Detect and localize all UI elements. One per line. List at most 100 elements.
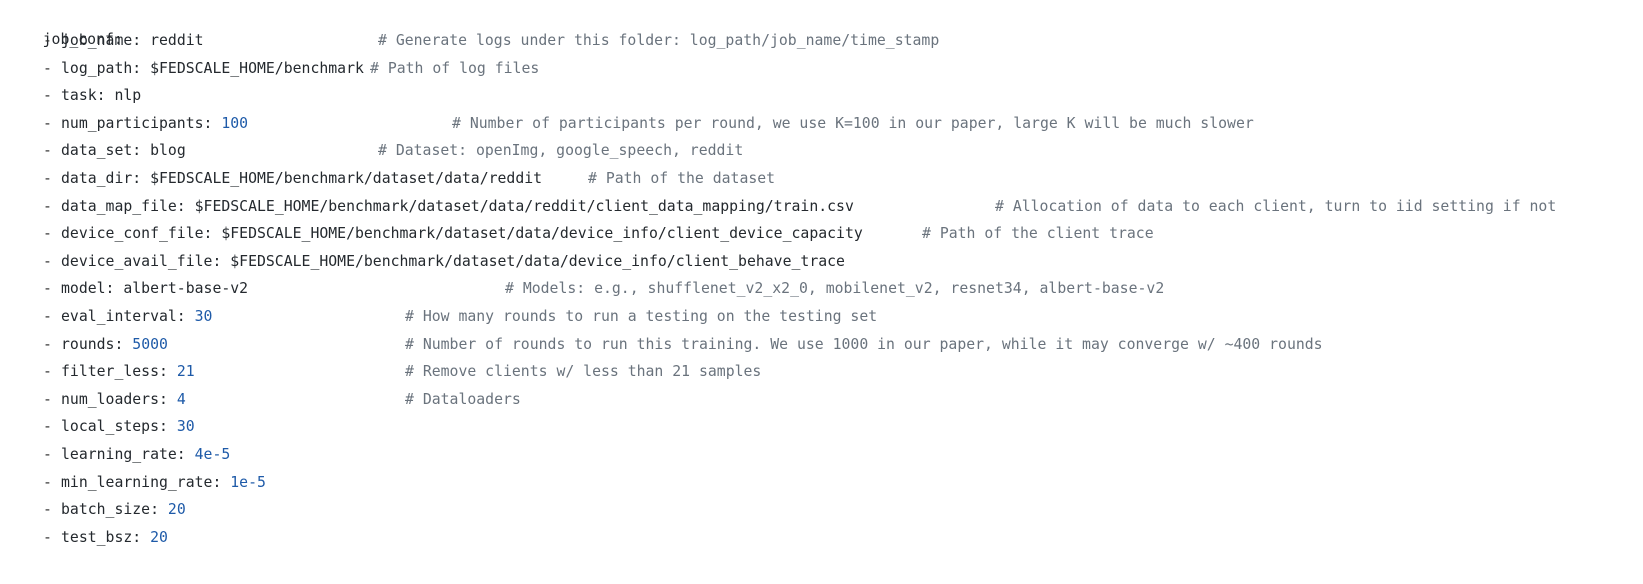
config-comment: # Number of rounds to run this training.… <box>405 335 1323 353</box>
config-line: - device_conf_file: $FEDSCALE_HOME/bench… <box>0 221 1643 247</box>
key-value-pair: num_participants: 100 <box>61 111 248 137</box>
config-line: - task: nlp <box>0 83 1643 109</box>
key-value-pair: device_conf_file: $FEDSCALE_HOME/benchma… <box>61 221 863 247</box>
list-dash: - <box>43 528 61 546</box>
config-comment: # Dataloaders <box>405 390 521 408</box>
config-key: device_avail_file: <box>61 252 231 270</box>
list-dash: - <box>43 308 61 325</box>
list-dash: - <box>43 390 61 408</box>
list-dash: - <box>43 32 61 49</box>
config-key: rounds: <box>61 335 133 353</box>
list-dash: - <box>43 225 61 243</box>
config-line: - test_bsz: 20 <box>0 525 1643 551</box>
list-dash: - <box>43 363 61 381</box>
config-value: 20 <box>150 528 168 546</box>
key-value-pair: learning_rate: 4e-5 <box>61 442 230 468</box>
list-dash: - <box>43 446 61 463</box>
key-value-pair: eval_interval: 30 <box>61 304 212 330</box>
config-comment: # Remove clients w/ less than 21 samples <box>405 363 762 381</box>
config-line: - num_participants: 100 # Number of parti… <box>0 111 1643 137</box>
key-value-pair: task: nlp <box>61 83 141 109</box>
config-line: - device_avail_file: $FEDSCALE_HOME/benc… <box>0 249 1643 275</box>
key-value-pair: model: albert-base-v2 <box>61 276 248 302</box>
config-line: - model: albert-base-v2 # Models: e.g., s… <box>0 276 1643 302</box>
config-key: num_participants: <box>61 114 222 132</box>
config-line: - min_learning_rate: 1e-5 <box>0 470 1643 496</box>
config-key: job_name: <box>61 32 151 49</box>
key-value-pair: test_bsz: 20 <box>61 525 168 551</box>
config-value: albert-base-v2 <box>123 280 249 298</box>
config-line: - num_loaders: 4 # Dataloaders <box>0 387 1643 413</box>
config-key: num_loaders: <box>61 390 177 408</box>
config-line: - eval_interval: 30 # How many rounds to … <box>0 304 1643 330</box>
config-comment: # Path of log files <box>370 59 540 77</box>
config-key: model: <box>61 280 124 298</box>
config-value: 4 <box>176 390 186 408</box>
key-value-pair: device_avail_file: $FEDSCALE_HOME/benchm… <box>61 249 845 275</box>
list-dash: - <box>43 142 61 160</box>
config-value: 30 <box>176 418 195 436</box>
config-key: batch_size: <box>61 501 168 519</box>
config-comment: # Models: e.g., shufflenet_v2_x2_0, mobi… <box>505 280 1165 298</box>
list-dash: - <box>43 170 61 187</box>
list-dash: - <box>43 501 61 519</box>
list-dash: - <box>43 114 61 132</box>
config-key: learning_rate: <box>61 446 195 463</box>
list-dash: - <box>43 197 61 215</box>
config-line: - filter_less: 21 # Remove clients w/ les… <box>0 359 1643 385</box>
config-key: data_dir: <box>61 170 151 187</box>
config-value: $FEDSCALE_HOME/benchmark/dataset/data/re… <box>194 197 854 215</box>
key-value-pair: data_set: blog <box>61 138 186 164</box>
config-key: device_conf_file: <box>61 225 222 243</box>
key-value-pair: filter_less: 21 <box>61 359 195 385</box>
config-value: 21 <box>176 363 195 381</box>
config-value: $FEDSCALE_HOME/benchmark/dataset/data/de… <box>230 252 845 270</box>
config-key: local_steps: <box>61 418 177 436</box>
config-value: 1e-5 <box>230 473 266 491</box>
config-value: 100 <box>221 114 249 132</box>
config-key: min_learning_rate: <box>61 473 231 491</box>
config-line: - batch_size: 20 <box>0 497 1643 523</box>
list-dash: - <box>43 280 61 298</box>
config-line: - job_name: reddit # Generate logs under … <box>0 28 1643 54</box>
config-key: eval_interval: <box>61 308 195 325</box>
list-dash: - <box>43 59 61 77</box>
yaml-code-block: job_conf: - job_name: reddit # Generate l… <box>0 0 1643 584</box>
config-value: nlp <box>114 87 142 105</box>
key-value-pair: batch_size: 20 <box>61 497 186 523</box>
key-value-pair: data_map_file: $FEDSCALE_HOME/benchmark/… <box>61 194 854 220</box>
config-key: data_map_file: <box>61 197 195 215</box>
config-key: data_set: <box>61 142 151 160</box>
key-value-pair: local_steps: 30 <box>61 414 195 440</box>
key-value-pair: min_learning_rate: 1e-5 <box>61 470 266 496</box>
config-key: task: <box>61 87 115 105</box>
config-value: blog <box>150 142 186 160</box>
config-comment: # Path of the dataset <box>588 170 776 187</box>
config-value: reddit <box>150 32 204 49</box>
config-line: - data_set: blog # Dataset: openImg, goog… <box>0 138 1643 164</box>
config-line: - log_path: $FEDSCALE_HOME/benchmark # Pa… <box>0 56 1643 82</box>
config-key: test_bsz: <box>61 528 151 546</box>
config-line: - data_map_file: $FEDSCALE_HOME/benchmar… <box>0 194 1643 220</box>
config-comment: # Allocation of data to each client, tur… <box>995 197 1557 215</box>
config-value: 30 <box>194 308 213 325</box>
config-value: 4e-5 <box>194 446 231 463</box>
root-key-line: job_conf: <box>7 1 123 48</box>
config-value: 20 <box>167 501 186 519</box>
key-value-pair: rounds: 5000 <box>61 332 168 358</box>
key-value-pair: job_name: reddit <box>61 28 204 54</box>
config-comment: # Path of the client trace <box>922 225 1154 243</box>
config-value: $FEDSCALE_HOME/benchmark/dataset/data/re… <box>150 170 543 187</box>
config-key: log_path: <box>61 59 151 77</box>
config-line: - local_steps: 30 <box>0 414 1643 440</box>
config-key: filter_less: <box>61 363 177 381</box>
list-dash: - <box>43 335 61 353</box>
list-dash: - <box>43 252 61 270</box>
config-comment: # How many rounds to run a testing on th… <box>405 308 878 325</box>
config-comment: # Dataset: openImg, google_speech, reddi… <box>378 142 744 160</box>
config-value: 5000 <box>132 335 168 353</box>
config-value: $FEDSCALE_HOME/benchmark <box>150 59 364 77</box>
list-dash: - <box>43 473 61 491</box>
config-line: - data_dir: $FEDSCALE_HOME/benchmark/dat… <box>0 166 1643 192</box>
key-value-pair: log_path: $FEDSCALE_HOME/benchmark <box>61 56 364 82</box>
